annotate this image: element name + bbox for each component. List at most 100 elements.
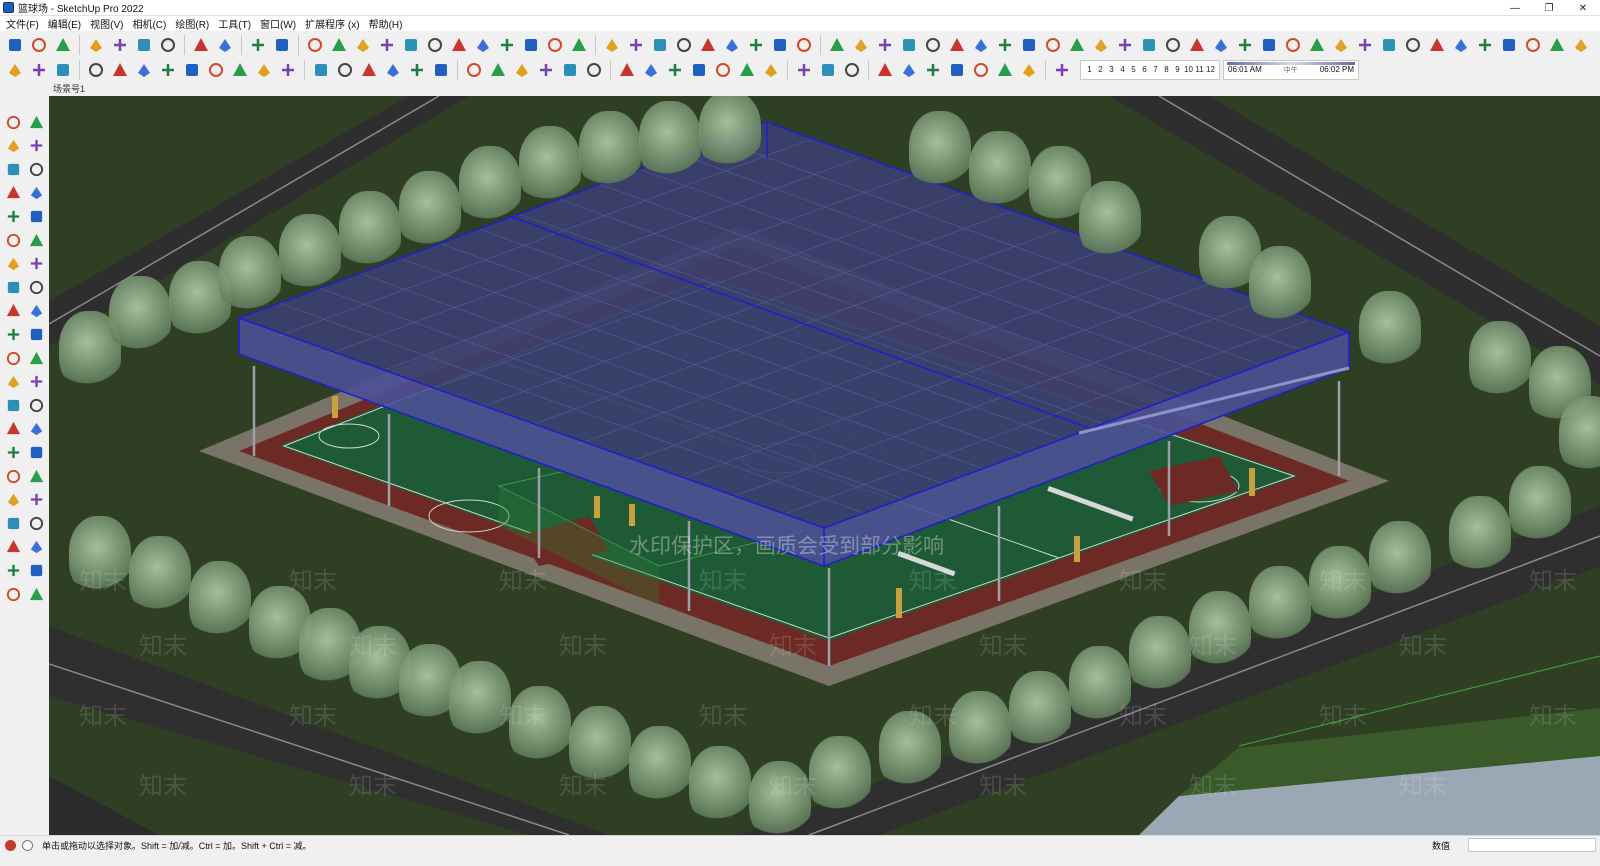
model-info-icon[interactable] xyxy=(271,34,293,56)
axes-icon[interactable] xyxy=(2,418,24,440)
cloud-a-icon[interactable] xyxy=(1306,34,1328,56)
box-icon[interactable] xyxy=(568,34,590,56)
menu-file[interactable]: 文件(F) xyxy=(3,16,45,31)
front-view-icon[interactable] xyxy=(511,59,533,81)
gem-icon[interactable] xyxy=(1042,34,1064,56)
offset-icon[interactable] xyxy=(25,347,47,369)
palette-icon[interactable] xyxy=(1018,34,1040,56)
follow-me-icon[interactable] xyxy=(400,34,422,56)
layer-icon[interactable] xyxy=(745,34,767,56)
section-icon[interactable] xyxy=(496,34,518,56)
menu-window[interactable]: 窗口(W) xyxy=(257,16,302,31)
ruler-icon[interactable] xyxy=(382,59,404,81)
import-icon[interactable] xyxy=(544,34,566,56)
cloud-c-icon[interactable] xyxy=(1354,34,1376,56)
orbit-view-icon[interactable] xyxy=(430,59,452,81)
arrow-up-icon[interactable] xyxy=(898,34,920,56)
previous-view-icon[interactable] xyxy=(25,489,47,511)
diamond-a-icon[interactable] xyxy=(1258,34,1280,56)
axes-v-icon[interactable] xyxy=(874,34,896,56)
back-edges-icon[interactable] xyxy=(640,59,662,81)
3d-icon[interactable] xyxy=(1234,34,1256,56)
open-icon[interactable] xyxy=(28,34,50,56)
3d-text-icon[interactable] xyxy=(25,418,47,440)
monochrome-icon[interactable] xyxy=(760,59,782,81)
minimize-button[interactable]: — xyxy=(1498,0,1532,16)
two-point-arc-icon[interactable] xyxy=(25,253,47,275)
tape-measure-icon[interactable] xyxy=(2,371,24,393)
help-icon[interactable] xyxy=(22,840,33,851)
cylinder-icon[interactable] xyxy=(1090,34,1112,56)
look-around-tool-icon[interactable] xyxy=(25,512,47,534)
refresh-icon[interactable] xyxy=(28,59,50,81)
landscape-icon[interactable] xyxy=(133,59,155,81)
new-icon[interactable] xyxy=(4,34,26,56)
offset-icon[interactable] xyxy=(472,34,494,56)
shaded-texture-icon[interactable] xyxy=(736,59,758,81)
scale-icon[interactable] xyxy=(2,347,24,369)
hidden-line-icon[interactable] xyxy=(688,59,710,81)
pie-icon[interactable] xyxy=(2,276,24,298)
walk-icon[interactable] xyxy=(310,59,332,81)
zoom-icon[interactable] xyxy=(2,465,24,487)
circle-icon[interactable] xyxy=(2,229,24,251)
push-pull-icon[interactable] xyxy=(25,300,47,322)
lock-icon[interactable] xyxy=(970,59,992,81)
axes-n-icon[interactable] xyxy=(826,34,848,56)
copy-icon[interactable] xyxy=(109,34,131,56)
rectangle-icon[interactable] xyxy=(2,205,24,227)
print-icon[interactable] xyxy=(247,34,269,56)
terrain-icon[interactable] xyxy=(1186,34,1208,56)
rectangle-icon[interactable] xyxy=(424,34,446,56)
protractor-icon[interactable] xyxy=(2,394,24,416)
iso-view-icon[interactable] xyxy=(463,59,485,81)
menu-extensions[interactable]: 扩展程序 (x) xyxy=(302,16,365,31)
orbit-tool-icon[interactable] xyxy=(2,441,24,463)
spline-icon[interactable] xyxy=(1066,34,1088,56)
person-icon[interactable] xyxy=(277,59,299,81)
eraser-icon[interactable] xyxy=(25,135,47,157)
blue-box-icon[interactable] xyxy=(769,34,791,56)
make-component-icon[interactable] xyxy=(328,34,350,56)
mail-icon[interactable] xyxy=(229,59,251,81)
frame-icon[interactable] xyxy=(1402,34,1424,56)
tree-icon[interactable] xyxy=(109,59,131,81)
add-location-icon[interactable] xyxy=(85,59,107,81)
layer-stack-a-icon[interactable] xyxy=(874,59,896,81)
scenes-b-icon[interactable] xyxy=(817,59,839,81)
sandbox-icon[interactable] xyxy=(946,34,968,56)
menu-draw[interactable]: 绘图(R) xyxy=(172,16,215,31)
select-tool-icon[interactable] xyxy=(304,34,326,56)
cloud-d-icon[interactable] xyxy=(1378,34,1400,56)
arc-icon[interactable] xyxy=(2,253,24,275)
group-icon[interactable] xyxy=(625,34,647,56)
extension-c-icon[interactable] xyxy=(721,34,743,56)
paste-icon[interactable] xyxy=(133,34,155,56)
orbit-icon[interactable] xyxy=(25,111,47,133)
shield-icon[interactable] xyxy=(922,34,944,56)
tape-icon[interactable] xyxy=(25,158,47,180)
basketball-court-model[interactable] xyxy=(49,96,1600,835)
info-icon[interactable] xyxy=(253,59,275,81)
tube-icon[interactable] xyxy=(1114,34,1136,56)
menu-view[interactable]: 视图(V) xyxy=(87,16,129,31)
outer-shell-icon[interactable] xyxy=(352,34,374,56)
checker-icon[interactable] xyxy=(157,59,179,81)
follow-me-icon[interactable] xyxy=(25,323,47,345)
eye-icon[interactable] xyxy=(1018,59,1040,81)
scenes-a-icon[interactable] xyxy=(793,59,815,81)
gear-cluster-icon[interactable] xyxy=(205,59,227,81)
menu-tools[interactable]: 工具(T) xyxy=(215,16,257,31)
scenes-c-icon[interactable] xyxy=(841,59,863,81)
back-view-icon[interactable] xyxy=(559,59,581,81)
download-icon[interactable] xyxy=(1474,34,1496,56)
shadow-toggle-icon[interactable] xyxy=(1051,59,1073,81)
check-circle-icon[interactable] xyxy=(946,59,968,81)
walk-tool-icon[interactable] xyxy=(2,536,24,558)
unlock-icon[interactable] xyxy=(994,59,1016,81)
zoom-window-icon[interactable] xyxy=(25,465,47,487)
layer-stack-b-icon[interactable] xyxy=(898,59,920,81)
shaded-icon[interactable] xyxy=(712,59,734,81)
save-icon[interactable] xyxy=(52,34,74,56)
push-pull-icon[interactable] xyxy=(448,34,470,56)
